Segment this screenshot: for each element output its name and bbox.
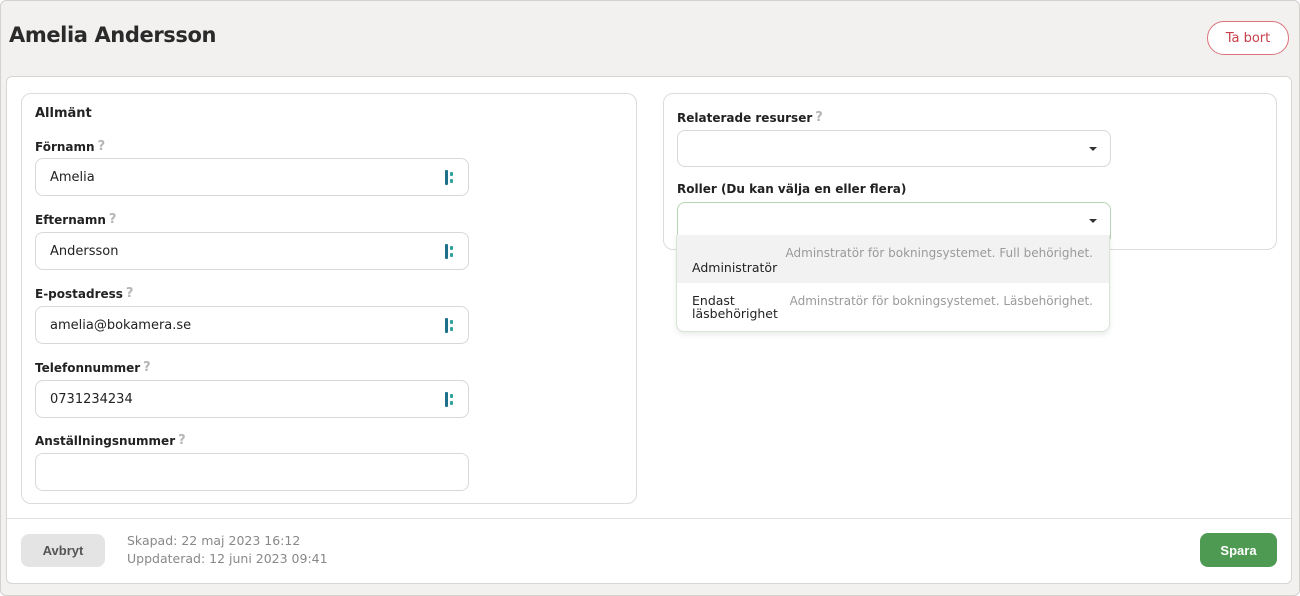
phone-input[interactable]: 0731234234 <box>35 380 469 418</box>
autofill-icon[interactable] <box>445 317 457 333</box>
phone-label: Telefonnummer ? <box>35 360 151 375</box>
cancel-button[interactable]: Avbryt <box>21 534 105 567</box>
help-icon[interactable]: ? <box>109 212 117 227</box>
caret-down-icon <box>1089 147 1097 151</box>
delete-button[interactable]: Ta bort <box>1207 21 1289 55</box>
role-option-label-line2: läsbehörighet <box>692 306 778 321</box>
help-icon[interactable]: ? <box>815 110 823 125</box>
updated-timestamp: Uppdaterad: 12 juni 2023 09:41 <box>127 551 328 566</box>
autofill-icon[interactable] <box>445 391 457 407</box>
help-icon[interactable]: ? <box>178 433 186 448</box>
general-card: Allmänt Förnamn ? Amelia Efternamn ? And… <box>21 93 637 504</box>
email-label: E-postadress ? <box>35 286 134 301</box>
caret-down-icon <box>1089 219 1097 223</box>
page-title: Amelia Andersson <box>9 23 217 47</box>
email-input[interactable]: amelia@bokamera.se <box>35 306 469 344</box>
related-resources-label: Relaterade resurser ? <box>677 110 823 125</box>
employee-number-label: Anställningsnummer ? <box>35 433 186 448</box>
autofill-icon[interactable] <box>445 243 457 259</box>
roles-dropdown-menu: Adminstratör för bokningsystemet. Full b… <box>676 235 1110 332</box>
role-option-read-only[interactable]: Endast läsbehörighet Adminstratör för bo… <box>677 283 1109 331</box>
created-timestamp: Skapad: 22 maj 2023 16:12 <box>127 533 301 548</box>
roles-select[interactable] <box>677 202 1111 239</box>
related-resources-select[interactable] <box>677 130 1111 167</box>
help-icon[interactable]: ? <box>98 139 106 154</box>
save-button[interactable]: Spara <box>1200 533 1277 567</box>
related-card: Relaterade resurser ? Roller (Du kan väl… <box>663 93 1277 250</box>
employee-edit-window: Amelia Andersson Ta bort Allmänt Förnamn… <box>0 0 1300 596</box>
role-option-description: Adminstratör för bokningsystemet. Läsbeh… <box>789 294 1093 308</box>
first-name-label: Förnamn ? <box>35 139 106 154</box>
footer-divider <box>7 518 1291 519</box>
role-option-label: Administratör <box>692 260 778 275</box>
help-icon[interactable]: ? <box>143 360 151 375</box>
last-name-label: Efternamn ? <box>35 212 117 227</box>
role-option-description: Adminstratör för bokningsystemet. Full b… <box>785 246 1093 260</box>
last-name-input[interactable]: Andersson <box>35 232 469 270</box>
autofill-icon[interactable] <box>445 169 457 185</box>
roles-label: Roller (Du kan välja en eller flera) <box>677 182 907 196</box>
help-icon[interactable]: ? <box>126 286 134 301</box>
general-section-title: Allmänt <box>35 106 92 121</box>
employee-number-input[interactable] <box>35 453 469 491</box>
first-name-input[interactable]: Amelia <box>35 158 469 196</box>
role-option-administrator[interactable]: Adminstratör för bokningsystemet. Full b… <box>677 235 1109 283</box>
